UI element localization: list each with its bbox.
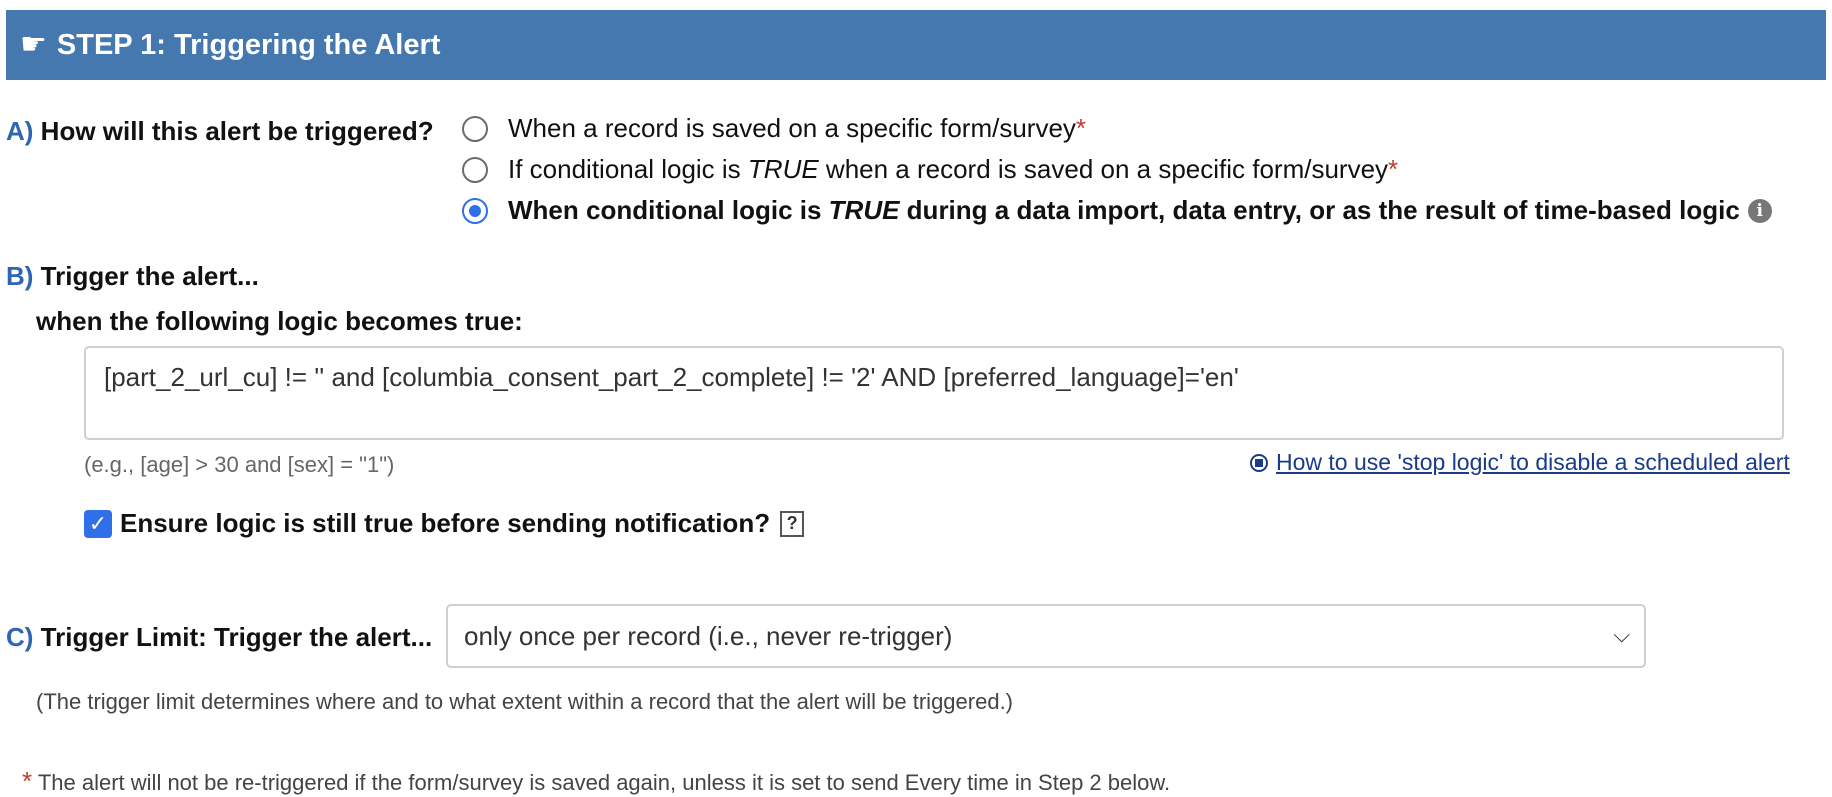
section-a-letter: A) — [6, 116, 34, 146]
footnote-text: The alert will not be re-triggered if th… — [37, 770, 1171, 795]
section-a-question-text: How will this alert be triggered? — [40, 116, 434, 146]
option-2-label-after: when a record is saved on a specific for… — [818, 154, 1389, 184]
option-3-label-after: during a data import, data entry, or as … — [899, 195, 1740, 225]
ensure-logic-label: Ensure logic is still true before sendin… — [120, 508, 771, 538]
section-c-letter: C) — [6, 622, 34, 652]
trigger-option-2[interactable]: If conditional logic is TRUE when a reco… — [462, 154, 1398, 185]
footnote: * The alert will not be re-triggered if … — [22, 766, 1170, 797]
chevron-down-icon: ⌵ — [1613, 622, 1630, 647]
ensure-logic-checkbox[interactable]: ✓ — [84, 509, 112, 538]
step-title: STEP 1: Triggering the Alert — [56, 28, 441, 61]
option-2-label-before: If conditional logic is — [508, 154, 748, 184]
radio-option-2[interactable] — [462, 156, 488, 183]
trigger-limit-note: (The trigger limit determines where and … — [36, 689, 1014, 714]
option-3-label-before: When conditional logic is — [508, 195, 829, 225]
option-1-label: When a record is saved on a specific for… — [508, 113, 1076, 143]
logic-subtitle: when the following logic becomes true: — [36, 306, 523, 336]
option-3-label-em: TRUE — [828, 195, 900, 225]
stop-logic-link[interactable]: How to use 'stop logic' to disable a sch… — [1276, 449, 1790, 475]
logic-example: (e.g., [age] > 30 and [sex] = "1") — [84, 452, 395, 477]
footnote-asterisk: * — [22, 766, 33, 796]
required-asterisk: * — [1388, 154, 1399, 184]
logic-textarea[interactable]: [part_2_url_cu] != '' and [columbia_cons… — [84, 346, 1784, 440]
help-icon[interactable]: ? — [780, 510, 805, 537]
radio-option-3-selected[interactable] — [462, 197, 488, 224]
trigger-limit-select[interactable]: only once per record (i.e., never re-tri… — [446, 604, 1646, 668]
required-asterisk: * — [1075, 113, 1087, 143]
section-b-title: B) Trigger the alert... — [6, 261, 259, 292]
radio-option-1[interactable] — [462, 115, 488, 142]
section-a-question: A) How will this alert be triggered? — [6, 116, 434, 147]
option-2-label-em: TRUE — [747, 154, 819, 184]
step-header: ☛ STEP 1: Triggering the Alert — [6, 10, 1826, 80]
stop-icon — [1250, 454, 1268, 472]
info-icon[interactable]: i — [1747, 198, 1772, 223]
trigger-option-3[interactable]: When conditional logic is TRUE during a … — [462, 195, 1772, 226]
trigger-limit-value: only once per record (i.e., never re-tri… — [464, 620, 953, 651]
ensure-logic-row: ✓ Ensure logic is still true before send… — [84, 508, 805, 539]
section-b-letter: B) — [6, 261, 34, 291]
pointing-hand-icon: ☛ — [20, 28, 47, 61]
trigger-option-1[interactable]: When a record is saved on a specific for… — [462, 113, 1086, 144]
section-c-title-text: Trigger Limit: Trigger the alert... — [40, 622, 433, 652]
section-c-title: C) Trigger Limit: Trigger the alert... — [6, 622, 432, 653]
stop-logic-link-wrap[interactable]: How to use 'stop logic' to disable a sch… — [1250, 449, 1790, 476]
section-b-title-text: Trigger the alert... — [40, 261, 259, 291]
